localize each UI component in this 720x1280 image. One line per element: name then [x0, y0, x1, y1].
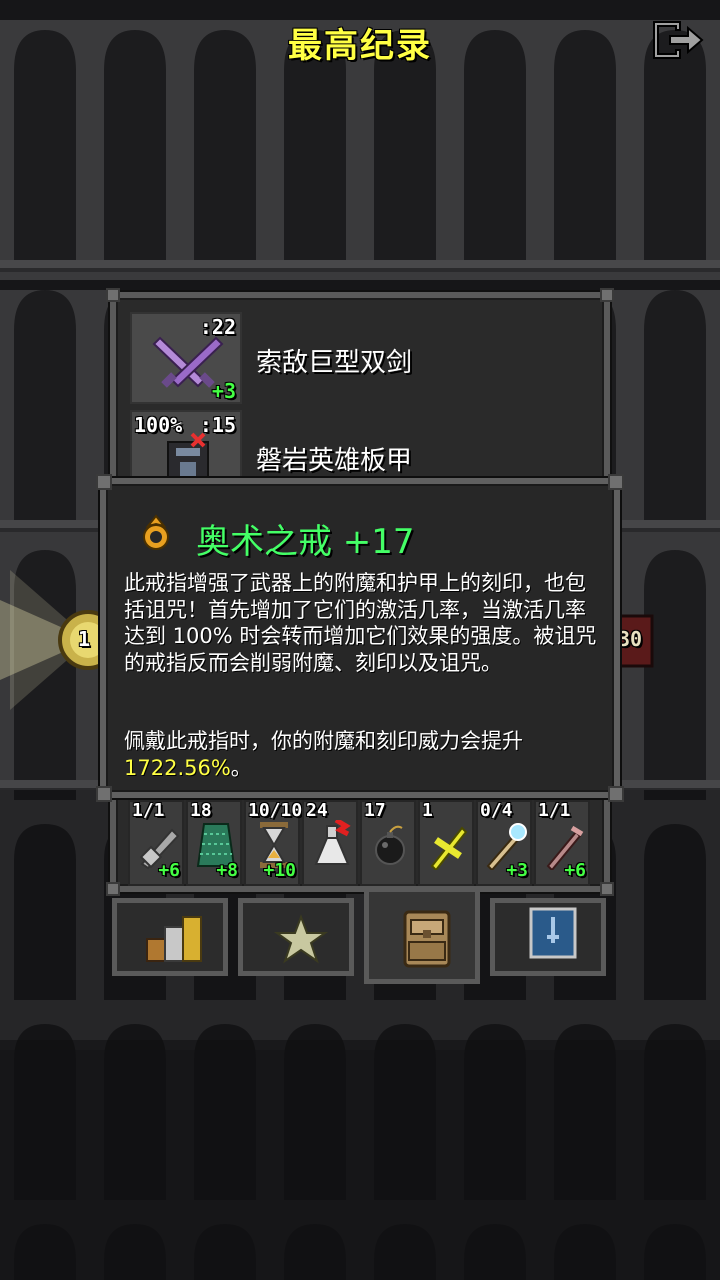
- quickslot-8[interactable]: 1/1 +6: [534, 800, 590, 886]
- popup-description: 此戒指增强了武器上的附魔和护甲上的刻印，也包括诅咒！首先增加了它们的激活几率，当…: [124, 571, 597, 675]
- quickslot-bar: 1/1 +6 18 +8 10/10 +10 24 17 1 0/4 +3 1/…: [128, 800, 594, 886]
- quickslot-6[interactable]: 1: [418, 800, 474, 886]
- side-badge-left-label: 1: [78, 627, 91, 651]
- quickslot-top-label: 1: [422, 800, 433, 821]
- quickslot-bonus-label: +6: [564, 860, 586, 881]
- popup-effect: 佩戴此戒指时，你的附魔和刻印威力会提升1722.56%。: [124, 728, 604, 781]
- quickslot-7[interactable]: 0/4 +3: [476, 800, 532, 886]
- page-title: 最高纪录: [288, 26, 432, 66]
- quickslot-bonus-label: +6: [158, 860, 180, 881]
- flask-icon: [314, 820, 351, 865]
- ring-icon: [143, 514, 169, 550]
- popup-effect-suffix: 。: [230, 755, 252, 780]
- tab-items[interactable]: [364, 892, 480, 984]
- popup-corner: [608, 786, 624, 802]
- tab-journal[interactable]: [490, 898, 606, 976]
- quickslot-top-label: 18: [190, 800, 212, 821]
- quickslot-bonus-label: +3: [506, 860, 528, 881]
- glow-badge-icon: [0, 570, 118, 710]
- item-info-popup[interactable]: 奥术之戒 +17 此戒指增强了武器上的附魔和护甲上的刻印，也包括诅咒！首先增加了…: [96, 474, 624, 802]
- popup-corner: [96, 474, 112, 490]
- item-name: 索敌巨型双剑: [256, 348, 413, 378]
- item-name: 磐岩英雄板甲: [256, 446, 413, 476]
- quickslot-top-label: 17: [364, 800, 386, 821]
- bomb-icon: [375, 825, 405, 865]
- item-durability: 100%: [134, 413, 183, 437]
- stats-bars-icon: [146, 916, 202, 962]
- tab-stats[interactable]: [112, 898, 228, 976]
- window-corner: [600, 288, 614, 302]
- backpack-icon: [403, 910, 451, 968]
- quickslot-5[interactable]: 17: [360, 800, 416, 886]
- quickslot-3[interactable]: 10/10 +10: [244, 800, 303, 886]
- quickslot-top-label: 0/4: [480, 800, 513, 821]
- exit-button[interactable]: [650, 18, 706, 62]
- window-corner: [600, 882, 614, 896]
- quickslot-bonus-label: +10: [263, 860, 296, 881]
- quickslot-top-label: 1/1: [538, 800, 571, 821]
- window-corner: [106, 882, 120, 896]
- tab-badges[interactable]: [238, 898, 354, 976]
- gold-cross-icon: [430, 826, 468, 870]
- popup-corner: [608, 474, 624, 490]
- quickslot-top-label: 1/1: [132, 800, 165, 821]
- popup-effect-value: 1722.56%: [124, 755, 231, 780]
- item-slot[interactable]: :22 +3: [130, 312, 242, 404]
- quickslot-2[interactable]: 18 +8: [186, 800, 242, 886]
- quickslot-top-label: 24: [306, 800, 328, 821]
- quickslot-bonus-label: +8: [216, 860, 238, 881]
- star-icon: [273, 914, 329, 964]
- popup-title: 奥术之戒 +17: [196, 522, 415, 562]
- equipment-row-weapon[interactable]: :22 +3 索敌巨型双剑: [130, 312, 600, 404]
- quickslot-1[interactable]: 1/1 +6: [128, 800, 184, 886]
- side-badge-left[interactable]: 1: [0, 560, 118, 720]
- exit-icon: [653, 21, 704, 59]
- quickslot-top-label: 10/10: [248, 800, 303, 821]
- quickslot-4[interactable]: 24: [302, 800, 358, 886]
- item-charge: :15: [199, 413, 236, 437]
- side-badge-right-label: 30: [618, 627, 643, 651]
- popup-effect-prefix: 佩戴此戒指时，你的附魔和刻印威力会提升: [124, 729, 523, 753]
- item-charge: :22: [199, 315, 236, 339]
- journal-icon: [529, 907, 577, 959]
- item-bonus: +3: [211, 379, 236, 403]
- window-corner: [106, 288, 120, 302]
- popup-corner: [96, 786, 112, 802]
